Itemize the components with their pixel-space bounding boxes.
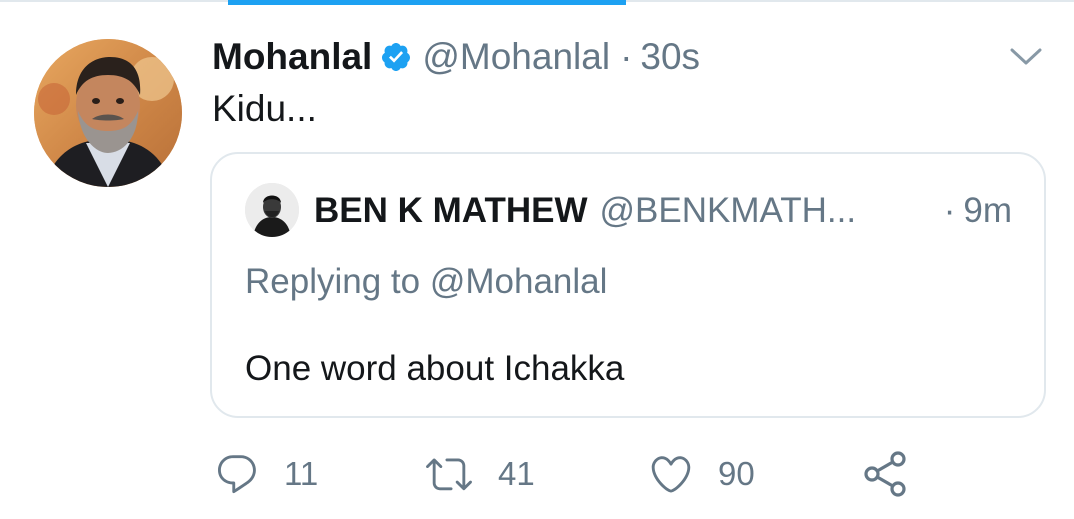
quoted-tweet-timestamp: 9m (963, 191, 1012, 230)
tweet-view: Mohanlal @Mohanlal · 30s Kidu... BEN K M… (0, 0, 1074, 519)
reply-count: 11 (284, 455, 319, 492)
verified-badge-icon (380, 41, 412, 73)
author-handle[interactable]: @Mohanlal (422, 36, 610, 78)
retweet-button[interactable]: 41 (424, 450, 535, 498)
replying-to-label: Replying to @Mohanlal (245, 262, 608, 301)
share-button[interactable] (860, 450, 910, 498)
quoted-tweet-text: One word about Ichakka (245, 349, 625, 388)
quoted-author-avatar (245, 183, 299, 237)
reply-icon (214, 451, 260, 497)
quoted-author-name: BEN K MATHEW (314, 191, 588, 230)
tweet-header: Mohanlal @Mohanlal · 30s (212, 32, 700, 82)
tweet-text: Kidu... (212, 88, 317, 129)
quoted-separator-dot: · (943, 191, 956, 230)
quoted-author-handle: @BENKMATH... (599, 191, 857, 230)
active-tab-indicator (228, 0, 626, 5)
author-avatar[interactable] (34, 39, 182, 187)
author-name[interactable]: Mohanlal (212, 36, 372, 78)
share-icon (860, 450, 910, 498)
like-count: 90 (718, 455, 755, 492)
quoted-tweet-time-wrap: · 9m (944, 186, 1012, 236)
separator-dot: · (620, 36, 633, 77)
heart-icon (648, 451, 694, 497)
retweet-icon (424, 451, 474, 497)
reply-button[interactable]: 11 (214, 450, 318, 498)
quoted-tweet-card[interactable]: BEN K MATHEW @BENKMATH... · 9m Replying … (210, 152, 1046, 418)
like-button[interactable]: 90 (648, 450, 755, 498)
tweet-timestamp[interactable]: 30s (640, 36, 700, 78)
quoted-tweet-header: BEN K MATHEW @BENKMATH... (314, 186, 856, 236)
chevron-down-icon[interactable] (1006, 42, 1046, 70)
retweet-count: 41 (498, 455, 535, 492)
